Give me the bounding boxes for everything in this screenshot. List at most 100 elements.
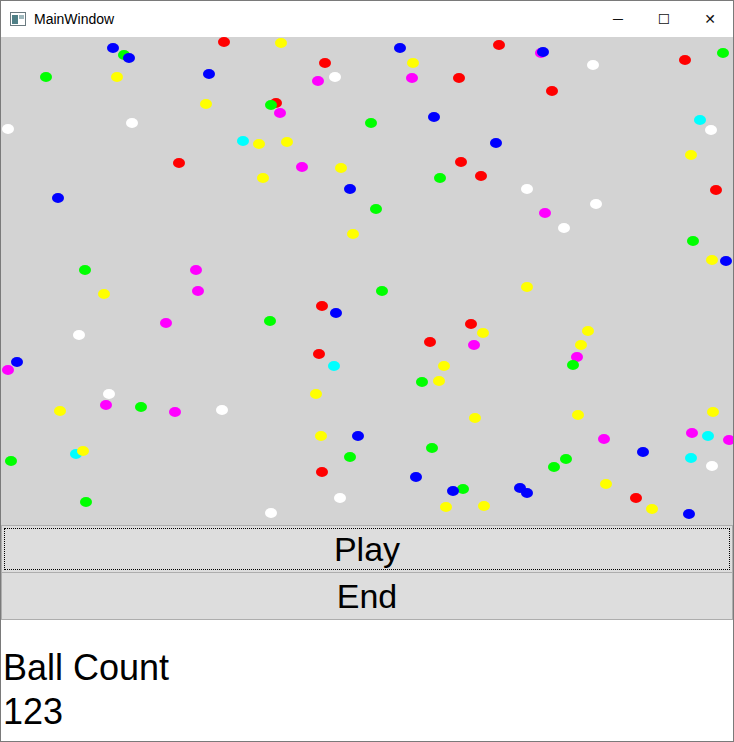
ball: [347, 229, 359, 239]
ball: [548, 462, 560, 472]
ball: [521, 184, 533, 194]
ball: [310, 389, 322, 399]
maximize-button[interactable]: ☐: [641, 1, 687, 37]
ball: [438, 361, 450, 371]
ball: [706, 461, 718, 471]
close-button[interactable]: ✕: [687, 1, 733, 37]
ball-canvas: [1, 37, 733, 525]
ball: [316, 467, 328, 477]
ball: [2, 365, 14, 375]
ball: [216, 405, 228, 415]
ball: [11, 357, 23, 367]
ball: [265, 100, 277, 110]
ball: [274, 108, 286, 118]
ball: [637, 447, 649, 457]
ball: [328, 361, 340, 371]
end-button[interactable]: End: [1, 572, 733, 620]
ball: [296, 162, 308, 172]
window-controls: ─☐✕: [595, 1, 733, 37]
ball: [710, 185, 722, 195]
ball: [694, 115, 706, 125]
ball: [312, 76, 324, 86]
ball: [77, 446, 89, 456]
ball: [281, 137, 293, 147]
window-title: MainWindow: [34, 11, 595, 27]
ball: [173, 158, 185, 168]
ball: [111, 72, 123, 82]
ball: [590, 199, 602, 209]
ball: [426, 443, 438, 453]
ball: [394, 43, 406, 53]
ball: [313, 349, 325, 359]
ball: [52, 193, 64, 203]
ball-count-label: Ball Count: [3, 646, 733, 690]
ball: [702, 431, 714, 441]
ball: [434, 173, 446, 183]
ball: [537, 47, 549, 57]
ball: [98, 289, 110, 299]
ball: [329, 72, 341, 82]
ball: [490, 138, 502, 148]
ball: [478, 501, 490, 511]
ball: [365, 118, 377, 128]
main-window: MainWindow─☐✕ Play End Ball Count123: [0, 0, 734, 742]
ball: [135, 402, 147, 412]
ball: [406, 73, 418, 83]
ball: [521, 488, 533, 498]
ball: [79, 265, 91, 275]
ball: [558, 223, 570, 233]
ball: [521, 282, 533, 292]
title-bar: MainWindow─☐✕: [1, 1, 733, 37]
ball: [679, 55, 691, 65]
ball: [160, 318, 172, 328]
ball: [465, 319, 477, 329]
ball: [237, 136, 249, 146]
button-label: End: [337, 577, 398, 616]
ball: [407, 58, 419, 68]
ball: [80, 497, 92, 507]
ball: [73, 330, 85, 340]
ball: [600, 479, 612, 489]
ball: [546, 86, 558, 96]
ball: [685, 453, 697, 463]
ball: [706, 255, 718, 265]
ball: [352, 431, 364, 441]
ball: [126, 118, 138, 128]
ball: [257, 173, 269, 183]
ball: [646, 504, 658, 514]
ball: [5, 456, 17, 466]
ball: [475, 171, 487, 181]
ball: [433, 376, 445, 386]
ball: [192, 286, 204, 296]
ball: [319, 58, 331, 68]
ball: [572, 410, 584, 420]
play-button[interactable]: Play: [1, 525, 733, 573]
ball: [455, 157, 467, 167]
ball: [686, 428, 698, 438]
ball: [40, 72, 52, 82]
ball: [2, 124, 14, 134]
minimize-button[interactable]: ─: [595, 1, 641, 37]
ball: [107, 43, 119, 53]
ball: [100, 400, 112, 410]
ball: [687, 236, 699, 246]
ball: [587, 60, 599, 70]
ball: [54, 406, 66, 416]
ball: [200, 99, 212, 109]
ball: [453, 73, 465, 83]
ball: [468, 340, 480, 350]
button-label: Play: [334, 530, 400, 569]
ball: [218, 37, 230, 47]
ball: [265, 508, 277, 518]
ball: [169, 407, 181, 417]
ball: [707, 407, 719, 417]
ball: [123, 53, 135, 63]
ball-count-panel: Ball Count123: [1, 620, 733, 741]
ball: [376, 286, 388, 296]
ball: [264, 316, 276, 326]
ball: [440, 502, 452, 512]
ball: [190, 265, 202, 275]
ball: [630, 493, 642, 503]
ball: [723, 435, 733, 445]
ball: [370, 204, 382, 214]
